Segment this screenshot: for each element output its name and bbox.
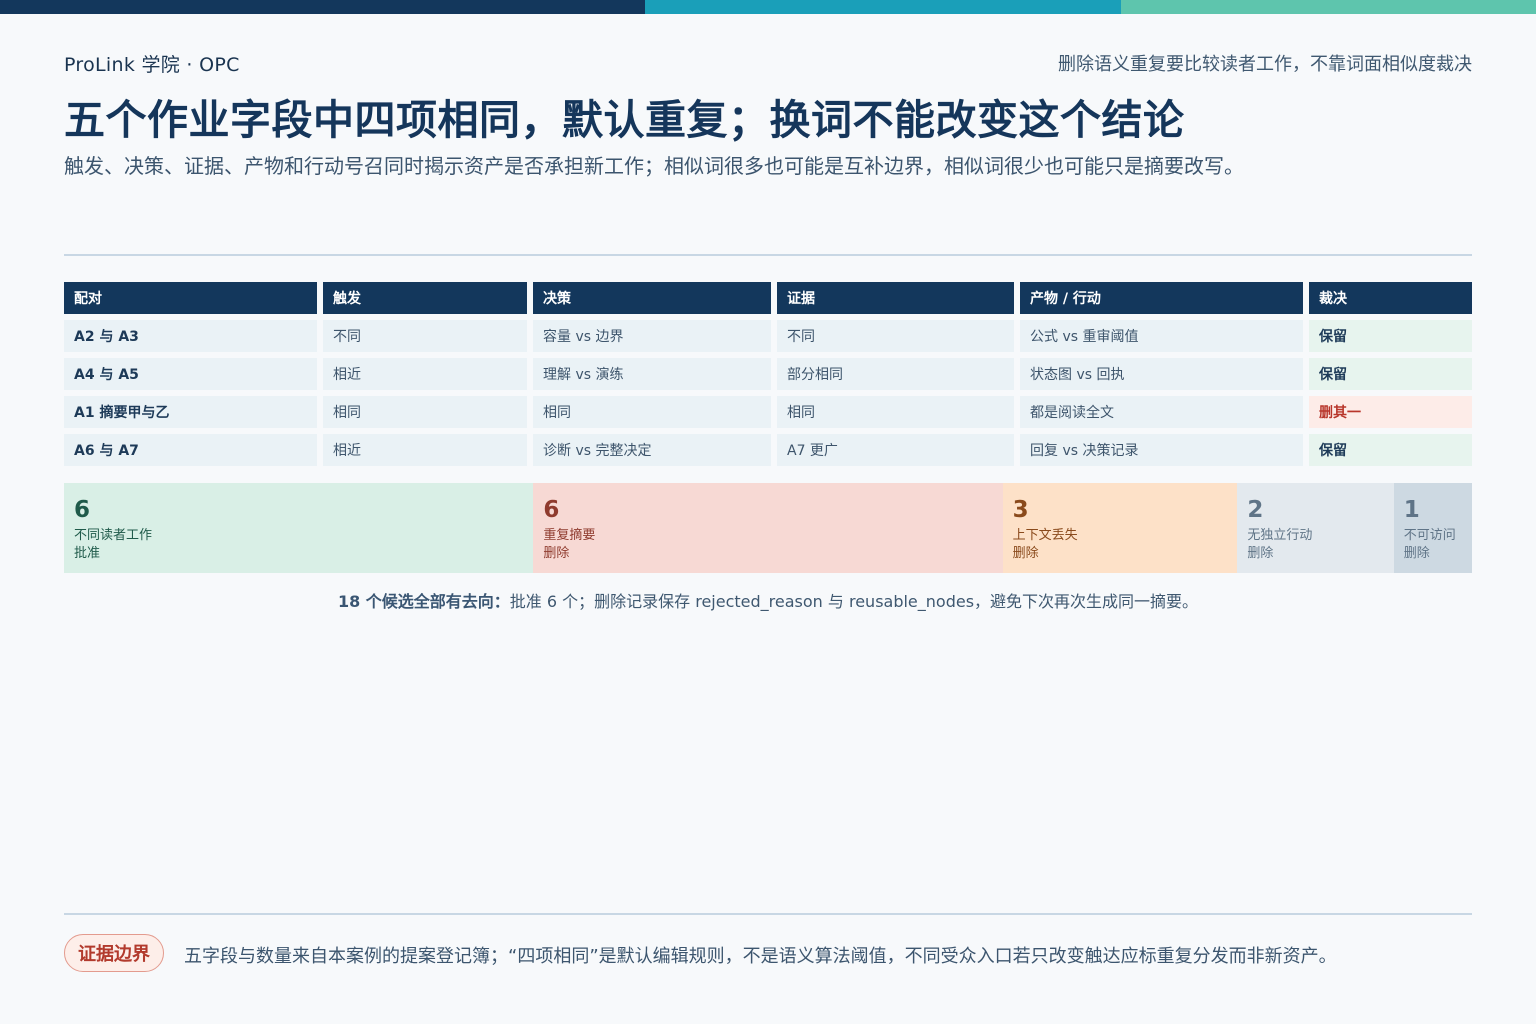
segment-action: 删除 <box>1247 546 1274 561</box>
segment-label: 重复摘要 <box>543 528 596 543</box>
breakdown-segment-inaccessible: 1 不可访问 删除 <box>1393 483 1472 573</box>
column-header-pair: 配对 <box>64 282 317 314</box>
accent-segment-mint <box>1121 0 1536 14</box>
segment-count: 6 <box>543 497 560 523</box>
evidence-boundary-tag: 证据边界 <box>64 934 164 972</box>
cell-pair: A4 与 A5 <box>64 358 317 390</box>
column-header-verdict: 裁决 <box>1309 282 1472 314</box>
top-accent-bar <box>0 0 1536 14</box>
footer-note: 五字段与数量来自本案例的提案登记簿；“四项相同”是默认编辑规则，不是语义算法阈值… <box>184 946 1337 967</box>
segment-action: 删除 <box>1403 546 1430 561</box>
table-header-row: 配对 触发 决策 证据 产物 / 行动 裁决 <box>64 282 1472 314</box>
verdict-badge: 保留 <box>1309 320 1472 352</box>
cell-output: 回复 vs 决策记录 <box>1020 434 1303 466</box>
cell-pair: A2 与 A3 <box>64 320 317 352</box>
segment-action: 删除 <box>1012 546 1039 561</box>
accent-segment-navy <box>0 0 645 14</box>
summary-lead: 18 个候选全部有去向： <box>337 592 510 611</box>
cell-evidence: 不同 <box>777 320 1014 352</box>
page-tagline: 删除语义重复要比较读者工作，不靠词面相似度裁决 <box>1058 54 1472 75</box>
table-row: A2 与 A3 不同 容量 vs 边界 不同 公式 vs 重审阈值 保留 <box>64 320 1472 352</box>
cell-decision: 诊断 vs 完整决定 <box>533 434 771 466</box>
divider <box>64 254 1472 256</box>
segment-label: 不可访问 <box>1403 528 1456 543</box>
segment-label: 无独立行动 <box>1247 528 1313 543</box>
cell-evidence: A7 更广 <box>777 434 1014 466</box>
breakdown-segment-no-action: 2 无独立行动 删除 <box>1237 483 1394 573</box>
page-subtitle: 触发、决策、证据、产物和行动号召同时揭示资产是否承担新工作；相似词很多也可能是互… <box>64 154 1244 178</box>
candidate-breakdown-bar: 6 不同读者工作 批准 6 重复摘要 删除 3 上下文丢失 删除 2 无独立行动… <box>64 483 1472 573</box>
cell-evidence: 部分相同 <box>777 358 1014 390</box>
table-row: A6 与 A7 相近 诊断 vs 完整决定 A7 更广 回复 vs 决策记录 保… <box>64 434 1472 466</box>
column-header-decision: 决策 <box>533 282 771 314</box>
cell-output: 都是阅读全文 <box>1020 396 1303 428</box>
segment-action: 批准 <box>74 546 101 561</box>
cell-pair: A6 与 A7 <box>64 434 317 466</box>
page-title: 五个作业字段中四项相同，默认重复；换词不能改变这个结论 <box>64 96 1185 144</box>
cell-trigger: 相同 <box>323 396 527 428</box>
brand-label: ProLink 学院 · OPC <box>64 54 240 76</box>
cell-pair: A1 摘要甲与乙 <box>64 396 317 428</box>
cell-trigger: 相近 <box>323 358 527 390</box>
table-row: A4 与 A5 相近 理解 vs 演练 部分相同 状态图 vs 回执 保留 <box>64 358 1472 390</box>
cell-decision: 相同 <box>533 396 771 428</box>
cell-decision: 容量 vs 边界 <box>533 320 771 352</box>
segment-action: 删除 <box>543 546 570 561</box>
cell-decision: 理解 vs 演练 <box>533 358 771 390</box>
breakdown-segment-duplicate-summary: 6 重复摘要 删除 <box>533 483 1003 573</box>
segment-count: 6 <box>74 497 91 523</box>
verdict-badge: 删其一 <box>1309 396 1472 428</box>
breakdown-summary: 18 个候选全部有去向：批准 6 个；删除记录保存 rejected_reaso… <box>64 588 1472 612</box>
breakdown-segment-distinct-work: 6 不同读者工作 批准 <box>64 483 534 573</box>
cell-evidence: 相同 <box>777 396 1014 428</box>
divider <box>64 913 1472 915</box>
column-header-evidence: 证据 <box>777 282 1014 314</box>
verdict-badge: 保留 <box>1309 434 1472 466</box>
segment-label: 不同读者工作 <box>74 528 153 543</box>
table-row: A1 摘要甲与乙 相同 相同 相同 都是阅读全文 删其一 <box>64 396 1472 428</box>
segment-label: 上下文丢失 <box>1012 528 1078 543</box>
verdict-badge: 保留 <box>1309 358 1472 390</box>
segment-count: 2 <box>1247 497 1264 523</box>
accent-segment-teal <box>645 0 1121 14</box>
breakdown-segment-context-lost: 3 上下文丢失 删除 <box>1002 483 1238 573</box>
cell-output: 公式 vs 重审阈值 <box>1020 320 1303 352</box>
segment-count: 1 <box>1403 497 1420 523</box>
cell-output: 状态图 vs 回执 <box>1020 358 1303 390</box>
column-header-output: 产物 / 行动 <box>1020 282 1303 314</box>
cell-trigger: 相近 <box>323 434 527 466</box>
cell-trigger: 不同 <box>323 320 527 352</box>
comparison-table: 配对 触发 决策 证据 产物 / 行动 裁决 A2 与 A3 不同 容量 vs … <box>64 282 1472 472</box>
segment-count: 3 <box>1012 497 1029 523</box>
column-header-trigger: 触发 <box>323 282 527 314</box>
summary-detail: 批准 6 个；删除记录保存 rejected_reason 与 reusable… <box>509 592 1199 611</box>
